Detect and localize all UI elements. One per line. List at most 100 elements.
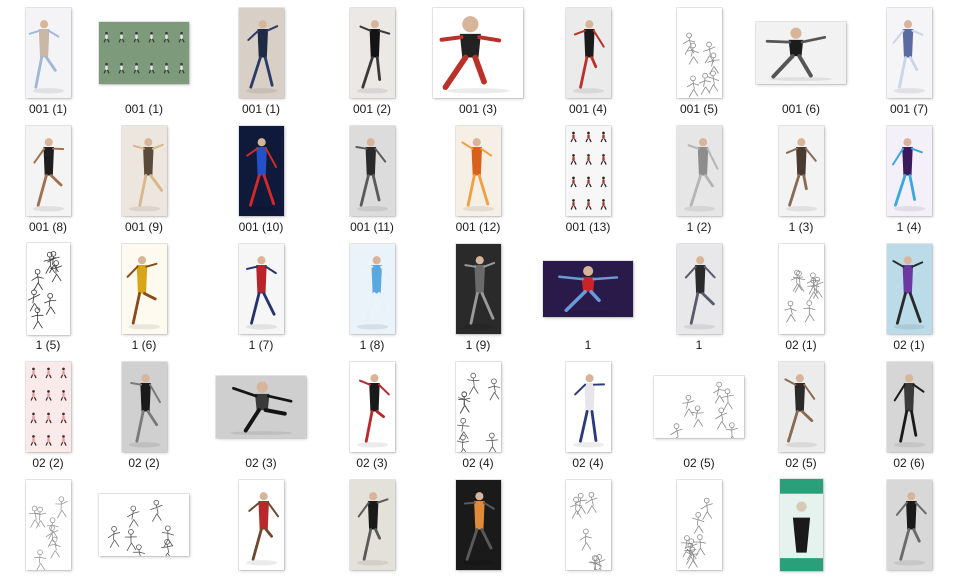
image-file-tile[interactable]	[207, 478, 315, 584]
thumbnail-frame	[424, 124, 532, 218]
file-name-label: 02 (3)	[245, 456, 277, 470]
image-file-tile[interactable]: 02 (1)	[855, 242, 955, 360]
image-file-tile[interactable]: 1 (9)	[424, 242, 532, 360]
file-name-label: 1 (5)	[35, 338, 61, 352]
image-file-tile[interactable]: 001 (12)	[424, 124, 532, 242]
file-name-label: 1 (4)	[896, 220, 922, 234]
image-file-tile[interactable]: 1 (3)	[747, 124, 855, 242]
file-name-label: 001 (4)	[568, 102, 608, 116]
image-file-tile[interactable]: 02 (4)	[534, 360, 642, 478]
thumbnail-frame	[645, 360, 753, 454]
thumbnail-frame	[207, 360, 315, 454]
image-thumbnail-icon	[25, 362, 71, 452]
image-file-tile[interactable]: 1 (2)	[645, 124, 753, 242]
file-name-label: 1 (2)	[686, 220, 712, 234]
thumbnail-frame	[645, 124, 753, 218]
image-thumbnail-icon	[26, 243, 70, 335]
image-file-tile[interactable]: 001 (4)	[534, 6, 642, 124]
image-file-tile[interactable]: 001 (1)	[0, 6, 102, 124]
image-file-tile[interactable]	[534, 478, 642, 584]
image-thumbnail-icon	[654, 376, 744, 438]
image-file-tile[interactable]: 1	[645, 242, 753, 360]
image-file-tile[interactable]: 001 (8)	[0, 124, 102, 242]
image-thumbnail-icon	[25, 126, 71, 216]
file-name-label: 1 (3)	[788, 220, 814, 234]
thumbnail-frame	[0, 6, 102, 100]
image-thumbnail-icon	[433, 8, 523, 98]
image-file-tile[interactable]: 001 (5)	[645, 6, 753, 124]
thumbnail-frame	[0, 242, 102, 336]
image-file-tile[interactable]: 02 (6)	[855, 360, 955, 478]
image-file-tile[interactable]: 1 (7)	[207, 242, 315, 360]
image-file-tile[interactable]: 02 (3)	[207, 360, 315, 478]
thumbnail-image	[349, 126, 395, 216]
image-file-tile[interactable]: 02 (5)	[645, 360, 753, 478]
image-file-tile[interactable]	[0, 478, 102, 584]
image-file-tile[interactable]	[90, 478, 198, 584]
thumbnail-frame	[0, 478, 102, 572]
image-file-tile[interactable]: 1	[534, 242, 642, 360]
image-file-tile[interactable]: 001 (3)	[424, 6, 532, 124]
thumbnail-grid: 001 (1) 001 (1) 001 (1) 001 (2) 001 (3) 001 (…	[0, 0, 955, 584]
image-file-tile[interactable]: 02 (1)	[747, 242, 855, 360]
image-file-tile[interactable]: 02 (2)	[90, 360, 198, 478]
image-file-tile[interactable]: 02 (3)	[318, 360, 426, 478]
thumbnail-image	[886, 244, 932, 334]
image-file-tile[interactable]: 02 (4)	[424, 360, 532, 478]
image-thumbnail-icon	[99, 22, 189, 84]
thumbnail-frame	[90, 360, 198, 454]
thumbnail-frame	[747, 124, 855, 218]
image-file-tile[interactable]	[855, 478, 955, 584]
thumbnail-image	[99, 22, 189, 84]
image-thumbnail-icon	[778, 126, 824, 216]
file-name-label: 001 (6)	[781, 102, 821, 116]
image-file-tile[interactable]: 001 (9)	[90, 124, 198, 242]
thumbnail-frame	[534, 124, 642, 218]
image-file-tile[interactable]	[645, 478, 753, 584]
thumbnail-image	[676, 126, 722, 216]
image-thumbnail-icon	[756, 22, 846, 84]
image-file-tile[interactable]	[747, 478, 855, 584]
image-file-tile[interactable]: 001 (1)	[207, 6, 315, 124]
thumbnail-image	[349, 244, 395, 334]
image-file-tile[interactable]: 1 (8)	[318, 242, 426, 360]
image-thumbnail-icon	[886, 480, 932, 570]
image-file-tile[interactable]: 1 (6)	[90, 242, 198, 360]
thumbnail-image	[676, 480, 722, 570]
thumbnail-image	[25, 480, 71, 570]
thumbnail-frame	[855, 242, 955, 336]
thumbnail-frame	[534, 6, 642, 100]
thumbnail-frame	[747, 478, 855, 572]
file-name-label: 02 (1)	[893, 338, 925, 352]
file-name-label: 001 (8)	[28, 220, 68, 234]
image-file-tile[interactable]	[424, 478, 532, 584]
image-file-tile[interactable]	[318, 478, 426, 584]
image-file-tile[interactable]: 1 (4)	[855, 124, 955, 242]
thumbnail-image	[565, 8, 611, 98]
image-file-tile[interactable]: 02 (5)	[747, 360, 855, 478]
image-file-tile[interactable]: 001 (6)	[747, 6, 855, 124]
thumbnail-frame	[90, 478, 198, 572]
thumbnail-image	[238, 244, 284, 334]
image-file-tile[interactable]: 001 (11)	[318, 124, 426, 242]
image-thumbnail-icon	[349, 244, 395, 334]
image-thumbnail-icon	[676, 480, 722, 570]
image-file-tile[interactable]: 02 (2)	[0, 360, 102, 478]
image-thumbnail-icon	[121, 126, 167, 216]
image-thumbnail-icon	[238, 8, 284, 98]
image-file-tile[interactable]: 001 (2)	[318, 6, 426, 124]
image-thumbnail-icon	[886, 244, 932, 334]
image-thumbnail-icon	[455, 480, 501, 570]
image-file-tile[interactable]: 001 (7)	[855, 6, 955, 124]
thumbnail-image	[238, 480, 284, 570]
file-name-label: 001 (2)	[352, 102, 392, 116]
image-file-tile[interactable]: 001 (13)	[534, 124, 642, 242]
thumbnail-image	[565, 480, 611, 570]
thumbnail-frame	[855, 124, 955, 218]
image-thumbnail-icon	[349, 362, 395, 452]
image-file-tile[interactable]: 001 (10)	[207, 124, 315, 242]
image-thumbnail-icon	[455, 126, 501, 216]
thumbnail-image	[349, 8, 395, 98]
image-file-tile[interactable]: 1 (5)	[0, 242, 102, 360]
image-file-tile[interactable]: 001 (1)	[90, 6, 198, 124]
